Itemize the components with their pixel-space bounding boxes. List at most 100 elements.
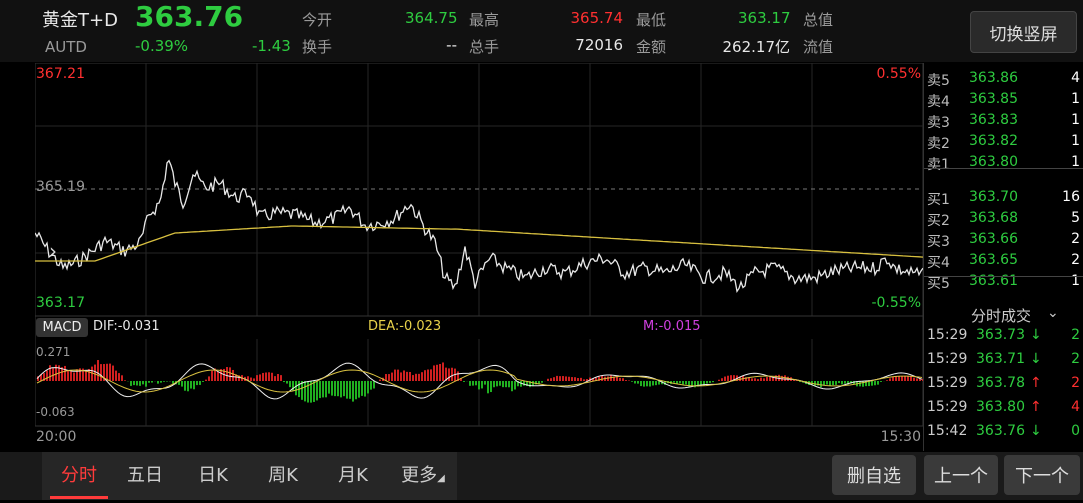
chevron-down-icon[interactable]: ⌄ xyxy=(1047,305,1059,321)
macd-bar xyxy=(184,381,186,391)
sell-level-label: 卖1 xyxy=(927,154,950,174)
macd-bar xyxy=(262,373,264,381)
intraday-chart[interactable] xyxy=(35,63,923,451)
macd-bar xyxy=(124,380,126,381)
macd-bar xyxy=(502,381,504,387)
macd-bar xyxy=(550,378,552,381)
macd-bar xyxy=(265,372,267,381)
macd-bar xyxy=(646,381,648,386)
tick-time: 15:29 xyxy=(927,375,967,391)
macd-bar xyxy=(442,362,444,381)
macd-bar xyxy=(730,375,732,381)
amount-value: 262.17亿 xyxy=(700,36,790,57)
macd-bar xyxy=(829,381,831,386)
macd-bar xyxy=(472,381,474,386)
tab-five-day[interactable]: 五日 xyxy=(112,452,178,500)
tick-time: 15:29 xyxy=(927,399,967,415)
buy-level-label: 买2 xyxy=(927,210,950,230)
macd-bar xyxy=(73,373,75,381)
macd-bar xyxy=(751,378,753,381)
macd-bar xyxy=(97,360,99,381)
macd-bar xyxy=(49,365,51,381)
macd-bar xyxy=(508,381,510,387)
macd-bar xyxy=(358,381,360,398)
macd-bar xyxy=(208,376,210,381)
macd-bar xyxy=(289,381,291,387)
macd-bar xyxy=(907,376,909,381)
tab-daily-k[interactable]: 日K xyxy=(180,452,246,500)
volume-value: 72016 xyxy=(560,36,623,54)
macd-bar xyxy=(841,381,843,384)
macd-bar xyxy=(337,381,339,396)
macd-bar xyxy=(52,367,54,381)
turnover-value: -- xyxy=(430,36,457,54)
macd-bar xyxy=(409,372,411,381)
tab-weekly-k[interactable]: 周K xyxy=(250,452,316,500)
high-value: 365.74 xyxy=(570,9,623,27)
macd-bar xyxy=(634,381,636,383)
macd-bar xyxy=(469,381,471,386)
macd-bar xyxy=(406,372,408,381)
macd-bar xyxy=(160,381,162,383)
chart-area[interactable]: 367.21 365.19 363.17 0.55% -0.55% › DIF:… xyxy=(35,63,923,451)
macd-bar xyxy=(352,381,354,402)
macd-bar xyxy=(343,381,345,396)
buy-level-volume: 2 xyxy=(1071,252,1080,268)
next-button[interactable]: 下一个 xyxy=(1004,455,1080,495)
macd-bar xyxy=(880,381,882,382)
instrument-name: 黄金T+D xyxy=(42,6,118,32)
tab-monthly-k[interactable]: 月K xyxy=(320,452,386,500)
macd-bar xyxy=(757,379,759,381)
sell-level-volume: 1 xyxy=(1071,91,1080,107)
tab-more[interactable]: 更多◢ xyxy=(390,452,456,500)
macd-bar xyxy=(505,381,507,387)
previous-button[interactable]: 上一个 xyxy=(924,455,998,495)
macd-bar xyxy=(106,364,108,381)
macd-bar xyxy=(724,377,726,381)
sell-level-row: 卖3363.831 xyxy=(924,112,1083,133)
sell-level-price: 363.83 xyxy=(969,112,1018,128)
macd-bar xyxy=(277,374,279,381)
macd-bar xyxy=(685,381,687,384)
macd-bar xyxy=(871,381,873,386)
switch-portrait-button[interactable]: 切换竖屏 xyxy=(970,11,1077,53)
tick-volume: 0 xyxy=(1071,423,1080,439)
macd-bar xyxy=(607,376,609,381)
macd-bar xyxy=(451,368,453,381)
macd-bar xyxy=(580,378,582,381)
macd-bar xyxy=(202,381,204,382)
macd-bar xyxy=(304,381,306,401)
macd-bar xyxy=(319,381,321,398)
macd-bar xyxy=(622,378,624,381)
pct-axis-bottom: -0.55% xyxy=(871,295,921,311)
macd-bar xyxy=(46,371,48,381)
order-book: 卖5363.864卖4363.851卖3363.831卖2363.821卖136… xyxy=(923,63,1083,451)
tick-volume: 2 xyxy=(1071,351,1080,367)
trade-tick-row: 15:29363.71↓2 xyxy=(924,351,1083,372)
buy-level-price: 363.70 xyxy=(969,189,1018,205)
remove-favorite-button[interactable]: 删自选 xyxy=(832,455,916,495)
tick-price: 363.80 xyxy=(976,399,1025,415)
macd-bar xyxy=(163,381,165,382)
macd-bar xyxy=(655,381,657,385)
macd-bar xyxy=(886,380,888,381)
buy-level-label: 买1 xyxy=(927,189,950,209)
macd-bar xyxy=(652,381,654,386)
sell-level-label: 卖4 xyxy=(927,91,950,111)
macd-bar xyxy=(205,380,207,381)
trade-tick-row: 15:29363.80↑4 xyxy=(924,399,1083,420)
macd-bar xyxy=(577,378,579,381)
macd-bar xyxy=(640,381,642,386)
chevron-right-icon[interactable]: › xyxy=(49,239,67,263)
macd-bar xyxy=(913,378,915,381)
macd-indicator-button[interactable]: MACD xyxy=(36,318,88,337)
trade-tick-row: 15:42363.76↓0 xyxy=(924,423,1083,444)
tick-price: 363.73 xyxy=(976,327,1025,343)
macd-bar xyxy=(706,381,708,384)
macd-bar xyxy=(193,381,195,389)
tab-intraday[interactable]: 分时 xyxy=(46,452,112,500)
macd-bar xyxy=(553,377,555,381)
sell-level-row: 卖1363.801 xyxy=(924,154,1083,175)
macd-bar xyxy=(832,381,834,385)
arrow-up-icon: ↑ xyxy=(1030,399,1042,415)
